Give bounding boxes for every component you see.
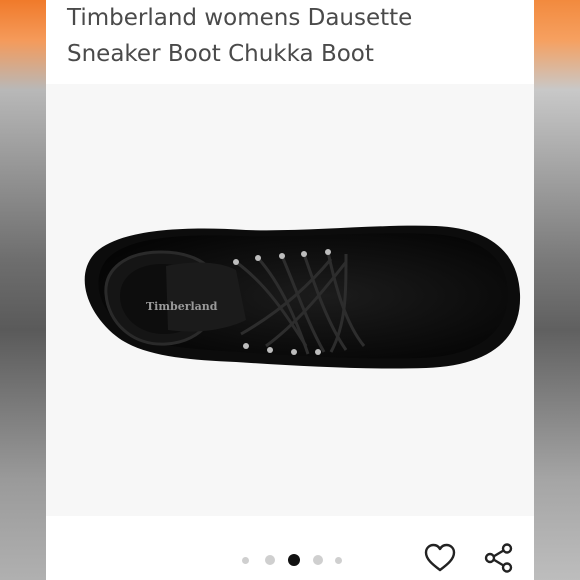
- carousel-dot[interactable]: [265, 555, 275, 565]
- product-title: Timberland womens Dausette Sneaker Boot …: [67, 0, 527, 72]
- favorite-button[interactable]: [422, 540, 458, 576]
- heart-icon: [424, 543, 456, 572]
- carousel-dot-active[interactable]: [288, 554, 300, 566]
- product-title-line-1: Timberland womens Dausette: [67, 5, 413, 31]
- background-left-edge: [0, 0, 46, 580]
- carousel-dot[interactable]: [335, 557, 342, 564]
- carousel-dots: [236, 553, 356, 567]
- product-title-line-2: Sneaker Boot Chukka Boot: [67, 41, 374, 67]
- carousel-dot[interactable]: [242, 557, 249, 564]
- product-card: Timberland womens Dausette Sneaker Boot …: [46, 0, 534, 580]
- boot-illustration: Timberland: [84, 225, 521, 369]
- share-button[interactable]: [480, 540, 516, 576]
- share-icon: [484, 543, 513, 573]
- background-right-edge: [534, 0, 580, 580]
- carousel-dot[interactable]: [313, 555, 323, 565]
- boot-tongue: [166, 262, 246, 332]
- boot-brand-label: Timberland: [146, 300, 218, 313]
- product-image[interactable]: Timberland: [46, 84, 534, 516]
